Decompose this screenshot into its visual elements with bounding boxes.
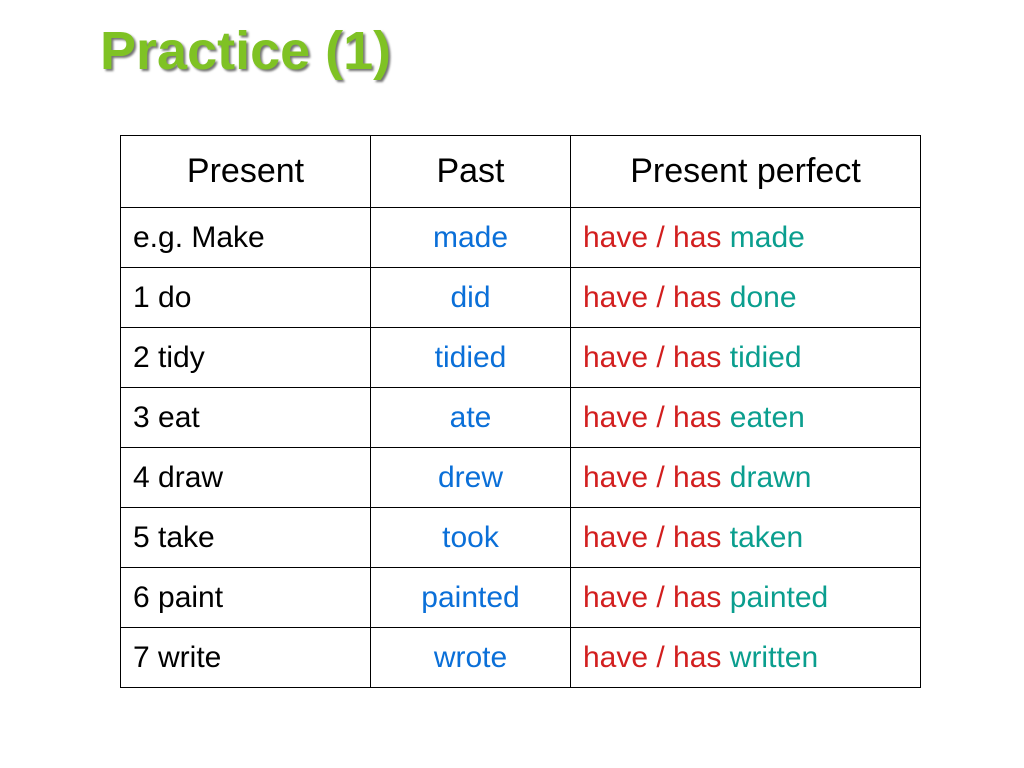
aux-text: have / has: [583, 461, 721, 494]
perfect-cell: have / has drawn: [571, 448, 921, 508]
past-cell: ate: [371, 388, 571, 448]
aux-text: have / has: [583, 521, 721, 554]
past-cell: wrote: [371, 628, 571, 688]
aux-text: have / has: [583, 641, 721, 674]
participle-text: written: [730, 641, 818, 674]
perfect-cell: have / has taken: [571, 508, 921, 568]
participle-text: done: [730, 281, 797, 314]
aux-text: have / has: [583, 581, 721, 614]
table-row: 1 do did have / has done: [121, 268, 921, 328]
present-cell: 2 tidy: [121, 328, 371, 388]
perfect-cell: have / has painted: [571, 568, 921, 628]
participle-text: made: [730, 221, 805, 254]
verb-table: Present Past Present perfect e.g. Make m…: [120, 135, 921, 688]
header-present: Present: [121, 136, 371, 208]
past-cell: drew: [371, 448, 571, 508]
present-cell: e.g. Make: [121, 208, 371, 268]
participle-text: drawn: [730, 461, 812, 494]
present-cell: 6 paint: [121, 568, 371, 628]
participle-text: taken: [730, 521, 803, 554]
present-cell: 5 take: [121, 508, 371, 568]
participle-text: eaten: [730, 401, 805, 434]
past-cell: took: [371, 508, 571, 568]
table-row: 2 tidy tidied have / has tidied: [121, 328, 921, 388]
aux-text: have / has: [583, 401, 721, 434]
past-cell: did: [371, 268, 571, 328]
perfect-cell: have / has eaten: [571, 388, 921, 448]
present-cell: 1 do: [121, 268, 371, 328]
header-perfect: Present perfect: [571, 136, 921, 208]
header-past: Past: [371, 136, 571, 208]
past-cell: made: [371, 208, 571, 268]
present-cell: 3 eat: [121, 388, 371, 448]
table-row: 5 take took have / has taken: [121, 508, 921, 568]
table-row: e.g. Make made have / has made: [121, 208, 921, 268]
perfect-cell: have / has tidied: [571, 328, 921, 388]
participle-text: painted: [730, 581, 828, 614]
aux-text: have / has: [583, 281, 721, 314]
present-cell: 7 write: [121, 628, 371, 688]
table-row: 4 draw drew have / has drawn: [121, 448, 921, 508]
perfect-cell: have / has written: [571, 628, 921, 688]
table-row: 3 eat ate have / has eaten: [121, 388, 921, 448]
perfect-cell: have / has made: [571, 208, 921, 268]
page-title: Practice (1): [100, 20, 391, 82]
aux-text: have / has: [583, 221, 721, 254]
table-row: 7 write wrote have / has written: [121, 628, 921, 688]
participle-text: tidied: [730, 341, 802, 374]
perfect-cell: have / has done: [571, 268, 921, 328]
table-header-row: Present Past Present perfect: [121, 136, 921, 208]
past-cell: painted: [371, 568, 571, 628]
past-cell: tidied: [371, 328, 571, 388]
aux-text: have / has: [583, 341, 721, 374]
present-cell: 4 draw: [121, 448, 371, 508]
table-row: 6 paint painted have / has painted: [121, 568, 921, 628]
